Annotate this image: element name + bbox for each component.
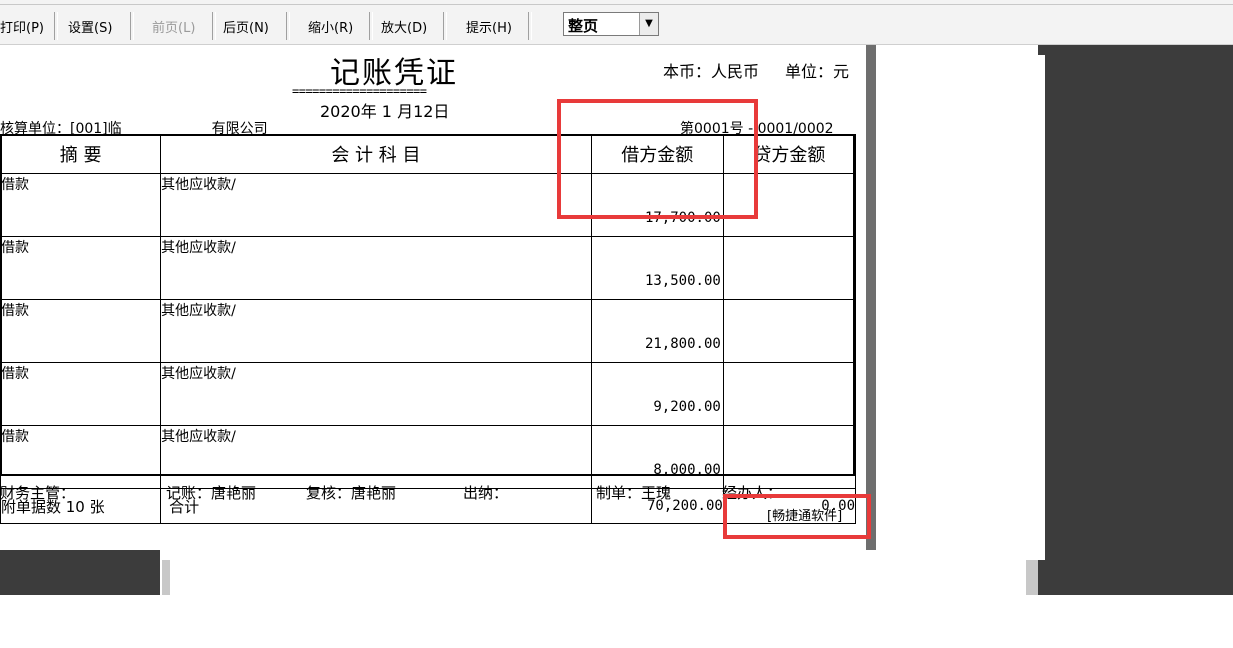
preview-background	[0, 550, 160, 595]
handler-label: 经办人：	[722, 484, 783, 502]
row-credit	[722, 236, 857, 300]
table-header-row: 摘 要 会 计 科 目 借方金额 贷方金额	[0, 134, 857, 174]
voucher-date: 2020年 1 月12日	[320, 102, 450, 121]
toolbar-top-divider	[0, 4, 1233, 5]
table-row: 借款 其他应收款/ 13,500.00	[0, 236, 857, 300]
row-account: 其他应收款/	[160, 236, 592, 300]
settings-button[interactable]: 设置(S)	[68, 18, 112, 40]
table-row: 借款 其他应收款/ 8,000.00	[0, 425, 857, 489]
title-underline: ====================	[292, 84, 427, 98]
toolbar-separator	[528, 12, 532, 40]
row-debit: 13,500.00	[590, 236, 724, 300]
toolbar-separator	[369, 12, 373, 40]
cashier-label: 出纳：	[463, 484, 509, 502]
reviewer-label: 复核：唐艳丽	[306, 484, 397, 502]
software-brand: [畅捷通软件]	[767, 509, 843, 524]
next-page-button[interactable]: 后页(N)	[223, 18, 269, 40]
hint-button[interactable]: 提示(H)	[466, 18, 512, 40]
row-credit	[722, 299, 857, 363]
row-summary: 借款	[0, 236, 162, 300]
redacted-area	[121, 121, 212, 133]
voucher-table: 摘 要 会 计 科 目 借方金额 贷方金额 借款 其他应收款/ 17,700.0…	[0, 134, 857, 524]
row-credit	[722, 362, 857, 426]
row-summary: 借款	[0, 173, 162, 237]
toolbar-separator	[443, 12, 447, 40]
row-credit	[722, 425, 857, 489]
prev-page-button[interactable]: 前页(L)	[152, 18, 195, 40]
row-summary: 借款	[0, 362, 162, 426]
page-shadow	[866, 45, 876, 550]
table-row: 借款 其他应收款/ 21,800.00	[0, 299, 857, 363]
row-debit: 9,200.00	[590, 362, 724, 426]
bookkeeper-label: 记账：唐艳丽	[166, 484, 257, 502]
header-debit: 借方金额	[590, 134, 724, 174]
print-button[interactable]: 打印(P)	[0, 18, 44, 40]
row-summary: 借款	[0, 299, 162, 363]
toolbar-separator	[212, 12, 216, 40]
view-mode-select[interactable]: 整页 ▼	[563, 12, 659, 36]
row-debit: 8,000.00	[590, 425, 724, 489]
header-account: 会 计 科 目	[160, 134, 592, 174]
toolbar: 打印(P) 设置(S) 前页(L) 后页(N) 缩小(R) 放大(D) 提示(H…	[0, 0, 1233, 45]
row-account: 其他应收款/	[160, 299, 592, 363]
header-summary: 摘 要	[0, 134, 162, 174]
preview-background	[1038, 45, 1233, 595]
table-row: 借款 其他应收款/ 9,200.00	[0, 362, 857, 426]
maker-label: 制单：王瑰	[596, 484, 672, 502]
toolbar-separator	[54, 12, 58, 40]
view-mode-value: 整页	[568, 17, 599, 35]
row-account: 其他应收款/	[160, 362, 592, 426]
row-account: 其他应收款/	[160, 425, 592, 489]
page-shadow	[162, 560, 170, 595]
row-debit: 21,800.00	[590, 299, 724, 363]
table-row: 借款 其他应收款/ 17,700.00	[0, 173, 857, 237]
row-account: 其他应收款/	[160, 173, 592, 237]
currency-label: 本币：人民币	[663, 62, 760, 81]
row-summary: 借款	[0, 425, 162, 489]
next-page-edge	[877, 55, 1045, 560]
zoom-in-button[interactable]: 放大(D)	[381, 18, 427, 40]
supervisor-label: 财务主管：	[0, 484, 76, 502]
toolbar-separator	[286, 12, 290, 40]
page-shadow	[1026, 560, 1038, 595]
zoom-out-button[interactable]: 缩小(R)	[308, 18, 353, 40]
chevron-down-icon[interactable]: ▼	[639, 13, 658, 35]
toolbar-separator	[130, 12, 134, 40]
row-credit	[722, 173, 857, 237]
header-credit: 贷方金额	[722, 134, 857, 174]
row-debit: 17,700.00	[590, 173, 724, 237]
unit-label: 单位：元	[785, 62, 850, 81]
